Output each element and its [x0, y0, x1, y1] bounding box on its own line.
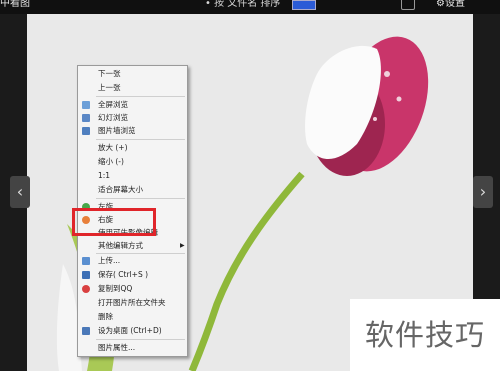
menu-item-prev[interactable]: 上一张 [78, 82, 187, 94]
menu-item-delete[interactable]: 删除 [78, 311, 187, 323]
previous-image-arrow[interactable]: ‹ [10, 176, 30, 208]
menu-item-zoom-in[interactable]: 放大 (+) [78, 142, 187, 154]
menu-item-zoom-out[interactable]: 缩小 (-) [78, 156, 187, 168]
menu-item-properties[interactable]: 图片属性... [78, 342, 187, 354]
qq-icon [82, 285, 90, 293]
top-toolbar: 中看图 • 按 文件名 排序 ⚙设置 [0, 0, 500, 14]
menu-item-upload[interactable]: 上传... [78, 255, 187, 267]
slideshow-icon [82, 114, 90, 122]
close-button[interactable] [401, 0, 415, 10]
menu-item-other-edit[interactable]: 其他编辑方式 ▶ [78, 240, 187, 252]
menu-item-next[interactable]: 下一张 [78, 68, 187, 80]
menu-item-save[interactable]: 保存( Ctrl+S ) [78, 269, 187, 281]
rotate-right-highlight-box [72, 208, 156, 236]
image-wall-icon [82, 127, 90, 135]
save-icon [82, 271, 90, 279]
menu-item-wall[interactable]: 图片墙浏览 [78, 125, 187, 137]
menu-separator [96, 339, 185, 340]
desktop-icon [82, 327, 90, 335]
upload-icon [82, 257, 90, 265]
next-image-arrow[interactable]: › [473, 176, 493, 208]
menu-item-slideshow[interactable]: 幻灯浏览 [78, 112, 187, 124]
app-title: 中看图 [0, 0, 30, 9]
menu-item-actual-size[interactable]: 1:1 [78, 170, 187, 182]
menu-item-fit-screen[interactable]: 适合屏幕大小 [78, 184, 187, 196]
menu-separator [96, 198, 185, 199]
menu-item-fullscreen[interactable]: 全屏浏览 [78, 99, 187, 111]
menu-item-set-desktop[interactable]: 设为桌面 (Ctrl+D) [78, 325, 187, 337]
menu-item-open-folder[interactable]: 打开图片所在文件夹 [78, 297, 187, 309]
submenu-arrow-icon: ▶ [180, 242, 185, 249]
watermark: 软件技巧 [350, 299, 500, 371]
fullscreen-icon [82, 101, 90, 109]
menu-separator [96, 139, 185, 140]
menu-item-copy-qq[interactable]: 复制到QQ [78, 283, 187, 295]
settings-button[interactable]: ⚙设置 [436, 0, 465, 10]
view-mode-button[interactable] [292, 0, 316, 10]
menu-separator [96, 96, 185, 97]
sort-by-filename[interactable]: • 按 文件名 排序 [205, 0, 280, 10]
menu-separator [96, 253, 185, 254]
